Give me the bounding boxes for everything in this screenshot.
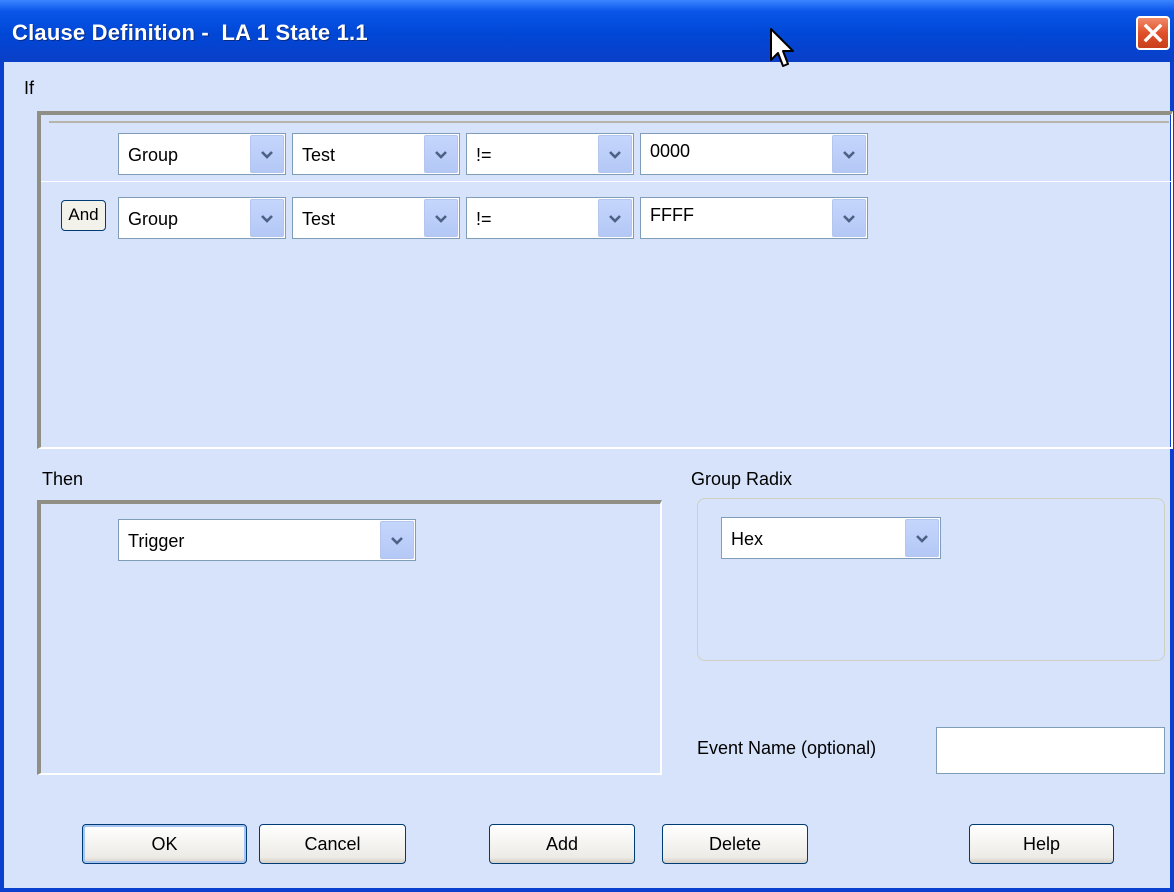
dropdown-button[interactable] (380, 521, 414, 559)
dropdown-button[interactable] (832, 135, 866, 173)
row1-field-select[interactable]: Test (292, 133, 460, 175)
chevron-down-icon (609, 151, 621, 159)
event-name-input[interactable] (936, 727, 1165, 774)
chevron-down-icon (609, 215, 621, 223)
window-title: Clause Definition - LA 1 State 1.1 (12, 20, 368, 45)
row2-group-select[interactable]: Group (118, 197, 286, 239)
dropdown-button[interactable] (832, 199, 866, 237)
title-bar[interactable]: Clause Definition - LA 1 State 1.1 (0, 0, 1174, 62)
row2-value-select[interactable]: FFFF (640, 197, 868, 239)
mouse-pointer-icon (770, 28, 794, 67)
dropdown-button[interactable] (598, 199, 632, 237)
ok-button[interactable]: OK (82, 824, 247, 864)
then-action-select[interactable]: Trigger (118, 519, 416, 561)
dropdown-button[interactable] (598, 135, 632, 173)
dropdown-button[interactable] (424, 135, 458, 173)
chevron-down-icon (391, 537, 403, 545)
dropdown-button[interactable] (905, 519, 939, 557)
group-radix-select[interactable]: Hex (721, 517, 941, 559)
if-label: If (24, 78, 35, 98)
chevron-down-icon (916, 535, 928, 543)
chevron-down-icon (261, 215, 273, 223)
dropdown-button[interactable] (424, 199, 458, 237)
and-connector-button[interactable]: And (61, 200, 106, 231)
chevron-down-icon (843, 215, 855, 223)
close-icon (1143, 23, 1163, 43)
row1-group-select[interactable]: Group (118, 133, 286, 175)
row2-field-select[interactable]: Test (292, 197, 460, 239)
event-name-label: Event Name (optional) (697, 738, 877, 758)
then-label: Then (42, 469, 84, 489)
delete-button[interactable]: Delete (662, 824, 808, 864)
row-divider (41, 181, 1171, 182)
group-radix-label: Group Radix (691, 469, 793, 489)
row1-value-select[interactable]: 0000 (640, 133, 868, 175)
close-button[interactable] (1136, 16, 1170, 50)
add-button[interactable]: Add (489, 824, 635, 864)
chevron-down-icon (843, 151, 855, 159)
dropdown-button[interactable] (250, 199, 284, 237)
dropdown-button[interactable] (250, 135, 284, 173)
chevron-down-icon (435, 151, 447, 159)
help-button[interactable]: Help (969, 824, 1114, 864)
cancel-button[interactable]: Cancel (259, 824, 406, 864)
row2-operator-select[interactable]: != (466, 197, 634, 239)
chevron-down-icon (435, 215, 447, 223)
dialog-window: Clause Definition - LA 1 State 1.1 If Gr… (0, 0, 1174, 892)
row1-operator-select[interactable]: != (466, 133, 634, 175)
chevron-down-icon (261, 151, 273, 159)
